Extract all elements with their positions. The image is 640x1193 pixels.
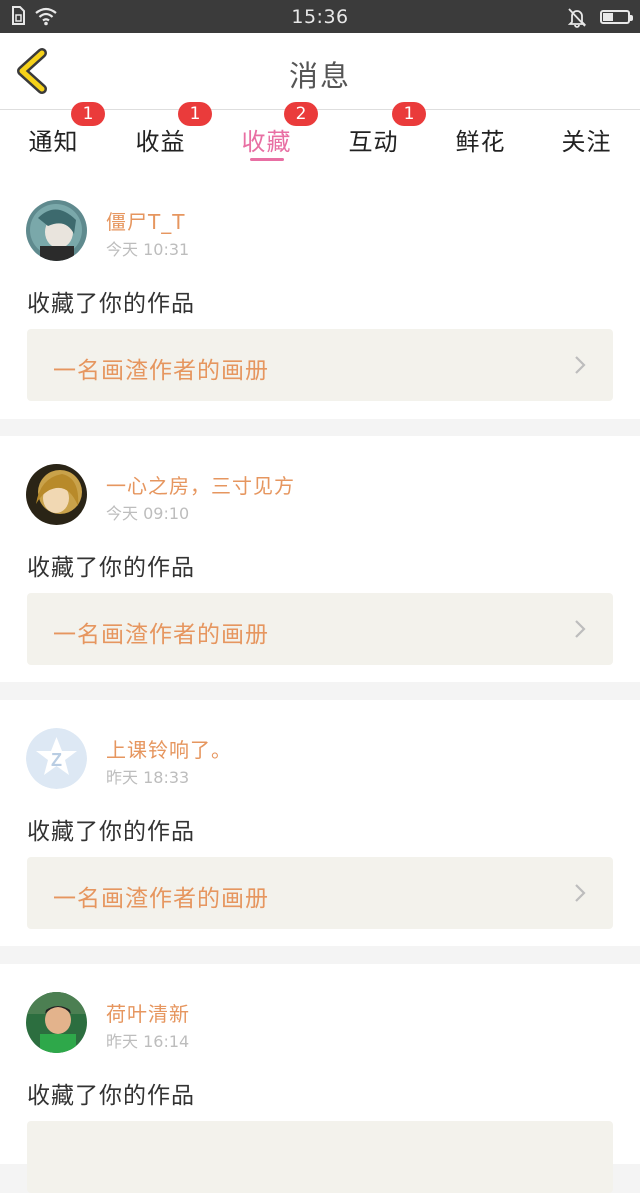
tab-earnings[interactable]: 收益 1 [107,102,214,172]
work-link[interactable]: 一名画渣作者的画册 [27,857,613,929]
tab-interactions[interactable]: 互动 1 [320,102,427,172]
avatar[interactable] [26,200,87,261]
feed-card: 僵尸T_T 今天 10:31 收藏了你的作品 一名画渣作者的画册 [0,172,640,419]
work-title: 一名画渣作者的画册 [53,622,269,648]
message-text: 收藏了你的作品 [27,819,195,845]
timestamp: 昨天 16:14 [106,1032,190,1051]
message-text: 收藏了你的作品 [27,291,195,317]
page-title: 消息 [288,59,351,93]
timestamp: 今天 10:31 [106,240,190,259]
status-right-icons [566,6,633,28]
user-name[interactable]: 荷叶清新 [106,998,190,1027]
avatar[interactable] [26,992,87,1053]
tab-flowers[interactable]: 鲜花 [427,110,534,172]
user-name[interactable]: 上课铃响了。 [106,734,232,763]
avatar[interactable]: Z [26,728,87,789]
unread-badge: 1 [178,102,212,126]
unread-badge: 2 [284,102,318,126]
feed-card: 荷叶清新 昨天 16:14 收藏了你的作品 [0,964,640,1193]
tab-label: 通知 [28,128,79,156]
tab-follow[interactable]: 关注 [533,110,640,172]
work-link[interactable]: 一名画渣作者的画册 [27,593,613,665]
work-link[interactable] [27,1121,613,1193]
timestamp: 今天 09:10 [106,504,190,523]
unread-badge: 1 [392,102,426,126]
chevron-right-icon [575,884,586,902]
mute-bell-icon [567,8,587,28]
chevron-right-icon [575,356,586,374]
tab-notice[interactable]: 通知 1 [0,102,107,172]
work-title: 一名画渣作者的画册 [53,886,269,912]
battery-level [603,13,613,21]
tab-label: 互动 [348,128,399,156]
work-title: 一名画渣作者的画册 [53,358,269,384]
user-name[interactable]: 一心之房，三寸见方 [106,470,295,499]
status-time: 15:36 [291,6,349,28]
app-header: 消息 [0,33,640,110]
user-name[interactable]: 僵尸T_T [106,206,185,235]
unread-badge: 1 [71,102,105,126]
feed-card: 一心之房，三寸见方 今天 09:10 收藏了你的作品 一名画渣作者的画册 [0,436,640,682]
tab-label: 鲜花 [455,128,506,156]
status-bar: 15:36 [0,0,640,33]
chevron-right-icon [575,620,586,638]
message-text: 收藏了你的作品 [27,555,195,581]
message-text: 收藏了你的作品 [27,1083,195,1109]
tab-label: 收藏 [241,128,292,156]
active-tab-indicator [249,158,284,161]
tab-bar: 通知 1 收益 1 收藏 2 互动 1 鲜花 关注 [0,102,640,172]
work-link[interactable]: 一名画渣作者的画册 [27,329,613,401]
svg-text:Z: Z [51,750,62,770]
battery-icon [600,10,633,24]
avatar[interactable] [26,464,87,525]
tab-label: 收益 [135,128,186,156]
feed-card: Z 上课铃响了。 昨天 18:33 收藏了你的作品 一名画渣作者的画册 [0,700,640,946]
tab-favorites[interactable]: 收藏 2 [213,102,320,172]
tab-label: 关注 [561,128,612,156]
timestamp: 昨天 18:33 [106,768,190,787]
